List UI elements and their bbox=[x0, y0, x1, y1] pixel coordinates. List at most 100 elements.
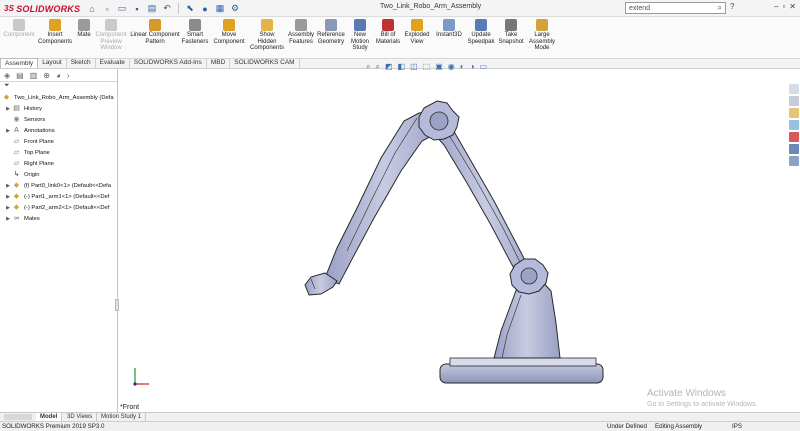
tab-layout[interactable]: Layout bbox=[38, 58, 67, 68]
display-manager-tab-icon[interactable]: ◕ bbox=[56, 71, 61, 80]
configuration-manager-tab-icon[interactable]: ▥ bbox=[30, 71, 38, 80]
tree-item[interactable]: ▱ Top Plane bbox=[0, 147, 117, 158]
expand-arrow-icon[interactable]: ▶ bbox=[4, 183, 12, 189]
ribbon-button-8[interactable]: Assembly Features bbox=[287, 19, 315, 59]
tree-item[interactable]: ▶ ◆ (-) Part2_arm2<1> (Default<<Def bbox=[0, 202, 117, 213]
zoom-to-fit-icon[interactable]: ⌕ bbox=[366, 62, 370, 72]
tree-item[interactable]: ↳ Origin bbox=[0, 169, 117, 180]
ribbon-button-13[interactable]: Instant3D bbox=[435, 19, 463, 59]
upper-joint-gear[interactable] bbox=[418, 100, 460, 141]
dynamic-annotation-icon[interactable]: ◫ bbox=[410, 62, 418, 71]
ribbon-button-16[interactable]: Large Assembly Mode bbox=[528, 19, 556, 59]
dimxpert-tab-icon[interactable]: ⊕ bbox=[43, 71, 50, 80]
tab-assembly[interactable]: Assembly bbox=[0, 58, 39, 68]
expand-arrow-icon[interactable]: ▶ bbox=[4, 216, 12, 222]
ribbon-button-5[interactable]: Smart Fasteners bbox=[182, 19, 208, 59]
tab-solidworks-cam[interactable]: SOLIDWORKS CAM bbox=[230, 58, 300, 68]
part1-arm1[interactable] bbox=[324, 110, 445, 285]
undo-icon[interactable]: ↶ bbox=[161, 3, 173, 15]
tree-item[interactable]: ▶ A Annotations bbox=[0, 125, 117, 136]
section-view-icon[interactable]: ◧ bbox=[398, 62, 406, 71]
save-icon[interactable]: ▪ bbox=[131, 3, 143, 15]
ribbon-button-2[interactable]: Mate bbox=[76, 19, 92, 59]
edit-appearance-icon[interactable]: ◐ bbox=[460, 62, 465, 71]
print-icon[interactable]: ▤ bbox=[146, 3, 158, 15]
previous-view-icon[interactable]: ◩ bbox=[385, 62, 393, 71]
ribbon-button-4[interactable]: Linear Component Pattern bbox=[130, 19, 180, 59]
view-settings-icon[interactable]: ▭ bbox=[479, 62, 487, 71]
apply-scene-icon[interactable]: ◑ bbox=[470, 62, 475, 71]
new-document-icon[interactable]: ▫ bbox=[101, 3, 113, 15]
tree-item[interactable]: ▱ Right Plane bbox=[0, 158, 117, 169]
options-gear-icon[interactable]: ⚙ bbox=[229, 3, 241, 15]
ribbon-button-7[interactable]: Show Hidden Components bbox=[250, 19, 284, 59]
expand-arrow-icon[interactable]: ▶ bbox=[4, 205, 12, 211]
hide-show-items-icon[interactable]: ◉ bbox=[448, 62, 455, 71]
tree-item[interactable]: ◉ Sensors bbox=[0, 114, 117, 125]
tree-item[interactable]: ▶ ◆ (-) Part1_arm1<1> (Default<<Def bbox=[0, 191, 117, 202]
search-input[interactable]: extend ⌕ bbox=[625, 2, 726, 14]
rebuild-icon[interactable]: ● bbox=[199, 3, 211, 15]
panel-more-icon[interactable]: › bbox=[67, 71, 70, 80]
ribbon-button-14[interactable]: Update Speedpak bbox=[467, 19, 495, 59]
expand-arrow-icon[interactable]: ▶ bbox=[4, 194, 12, 200]
tab-evaluate[interactable]: Evaluate bbox=[96, 58, 130, 68]
home-icon[interactable]: ⌂ bbox=[86, 3, 98, 15]
ribbon-button-6[interactable]: Move Component bbox=[212, 19, 246, 59]
view-orientation-icon[interactable]: ⬚ bbox=[423, 62, 431, 71]
tree-root-assembly[interactable]: ◆ Two_Link_Robo_Arm_Assembly (Defa bbox=[0, 92, 117, 103]
file-explorer-icon[interactable] bbox=[788, 108, 799, 118]
minimize-button[interactable]: – bbox=[774, 2, 778, 11]
feature-manager-tab-icon[interactable]: ◈ bbox=[4, 71, 10, 80]
tree-item[interactable]: ▶ ◆ (f) Part0_link0<1> (Default<<Defa bbox=[0, 180, 117, 191]
ribbon-button-15[interactable]: Take Snapshot bbox=[497, 19, 525, 59]
units-status[interactable]: IPS bbox=[732, 422, 742, 431]
select-arrow-icon[interactable]: ⬉ bbox=[184, 3, 196, 15]
ribbon-button-10[interactable]: New Motion Study bbox=[348, 19, 372, 59]
base-plate[interactable] bbox=[439, 357, 604, 384]
ribbon-button-icon bbox=[505, 19, 517, 31]
tree-item[interactable]: ▶ ▤ History bbox=[0, 103, 117, 114]
close-button[interactable]: ✕ bbox=[789, 2, 796, 11]
open-folder-icon[interactable]: ▭ bbox=[116, 3, 128, 15]
filter-icon[interactable]: ⏷ bbox=[0, 82, 117, 92]
window-title: Two_Link_Robo_Arm_Assembly bbox=[380, 3, 482, 10]
tab-solidworks-add-ins[interactable]: SOLIDWORKS Add-Ins bbox=[130, 58, 207, 68]
design-library-icon[interactable] bbox=[788, 96, 799, 106]
ribbon-button-label: Large Assembly Mode bbox=[528, 32, 555, 51]
ds-logo-icon: 3S bbox=[4, 4, 15, 13]
ribbon-button-12[interactable]: Exploded View bbox=[403, 19, 431, 59]
tab-mbd[interactable]: MBD bbox=[207, 58, 231, 68]
tree-item[interactable]: ▶ ∞ Mates bbox=[0, 213, 117, 224]
appearances-icon[interactable] bbox=[788, 132, 799, 142]
view-palette-icon[interactable] bbox=[788, 120, 799, 130]
solidworks-logo[interactable]: 3S SOLIDWORKS bbox=[4, 2, 80, 15]
help-icon[interactable]: ? bbox=[730, 2, 734, 11]
expand-arrow-icon[interactable]: ▶ bbox=[4, 128, 12, 134]
property-manager-tab-icon[interactable]: ▤ bbox=[16, 71, 24, 80]
horizontal-scrollbar[interactable] bbox=[4, 414, 32, 420]
ribbon-button-icon bbox=[13, 19, 25, 31]
search-value: extend bbox=[629, 4, 651, 12]
solidworks-resources-icon[interactable] bbox=[788, 84, 799, 94]
display-style-icon[interactable]: ▣ bbox=[435, 62, 443, 71]
custom-properties-icon[interactable] bbox=[788, 144, 799, 154]
part-icon: ◆ bbox=[13, 203, 20, 211]
solidworks-forum-icon[interactable] bbox=[788, 156, 799, 166]
graphics-area[interactable] bbox=[119, 73, 786, 412]
ribbon-button-1[interactable]: Insert Components bbox=[38, 19, 72, 59]
search-icon[interactable]: ⌕ bbox=[718, 3, 722, 13]
ribbon-button-3[interactable]: Component Preview Window bbox=[95, 19, 127, 59]
file-properties-icon[interactable]: ▦ bbox=[214, 3, 226, 15]
ribbon-button-9[interactable]: Reference Geometry bbox=[316, 19, 346, 59]
zoom-to-area-icon[interactable]: ⌕ bbox=[375, 62, 379, 72]
tree-item[interactable]: ▱ Front Plane bbox=[0, 136, 117, 147]
origin-icon: ↳ bbox=[13, 170, 20, 178]
panel-tabs: ◈ ▤ ▥ ⊕ ◕ › bbox=[0, 69, 117, 82]
ribbon-button-0[interactable]: Component bbox=[3, 19, 35, 59]
restore-button[interactable]: ▫ bbox=[782, 2, 785, 11]
ribbon-button-11[interactable]: Bill of Materials bbox=[375, 19, 401, 59]
tab-sketch[interactable]: Sketch bbox=[67, 58, 96, 68]
expand-arrow-icon[interactable]: ▶ bbox=[4, 106, 12, 112]
feature-manager-panel: ◈ ▤ ▥ ⊕ ◕ › ⏷ ◆ Two_Link_Robo_Arm_Assemb… bbox=[0, 69, 119, 414]
